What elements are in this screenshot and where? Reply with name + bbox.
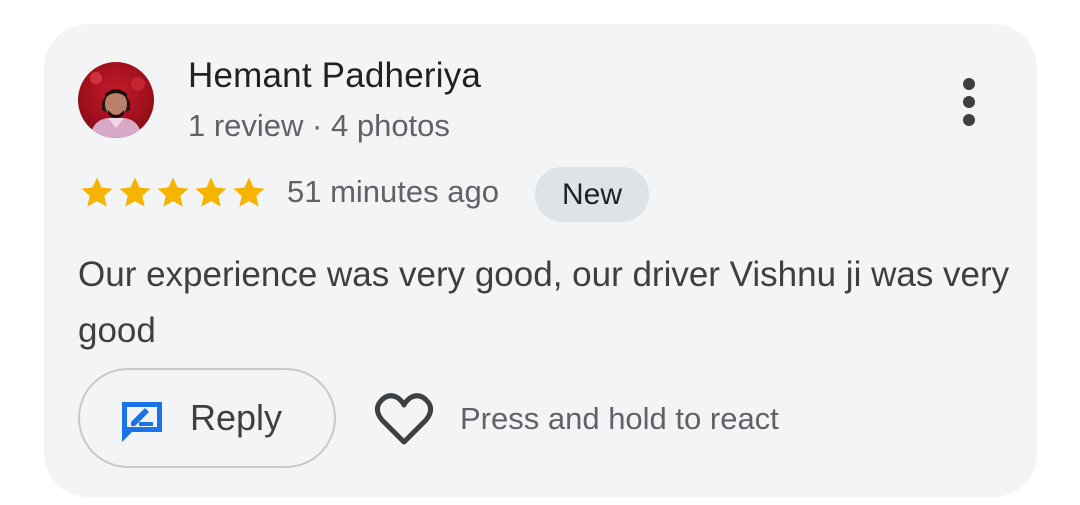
reply-label: Reply [190, 397, 283, 438]
star-icon [233, 177, 265, 207]
react-hint: Press and hold to react [460, 401, 779, 436]
review-time: 51 minutes ago [287, 174, 499, 209]
star-icon [81, 177, 113, 207]
star-rating [78, 174, 268, 212]
author-name[interactable]: Hemant Padheriya [188, 56, 481, 96]
more-options-button[interactable] [948, 72, 992, 132]
author-avatar[interactable] [78, 62, 154, 138]
review-text: Our experience was very good, our driver… [78, 255, 1010, 350]
more-vertical-icon [963, 78, 975, 90]
heart-outline-icon[interactable] [374, 392, 434, 448]
star-icon [157, 177, 189, 207]
new-badge: New [535, 167, 649, 222]
star-icon [195, 177, 227, 207]
star-icon [119, 177, 151, 207]
reply-edit-icon [122, 402, 162, 442]
reply-button[interactable]: Reply [78, 368, 336, 468]
author-meta: 1 review · 4 photos [188, 108, 450, 143]
